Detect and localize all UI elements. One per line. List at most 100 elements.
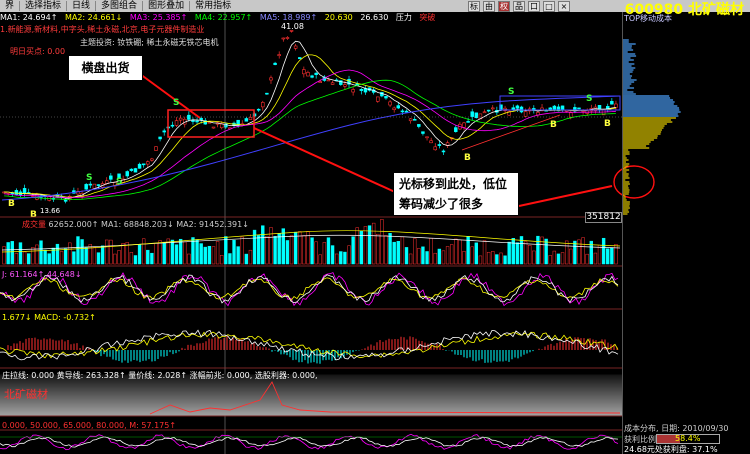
volume-bar: [470, 246, 474, 265]
candle-body: [577, 107, 581, 110]
last-indicator-line-2: [0, 436, 619, 448]
candle-body: [400, 110, 405, 113]
volume-bar: [482, 240, 487, 265]
moving-average-line: [4, 79, 616, 200]
candle-body: [261, 102, 265, 108]
volume-bar: [215, 241, 220, 265]
candle-body: [466, 121, 470, 123]
volume-bar: [63, 248, 68, 265]
volume-bar: [285, 240, 290, 265]
volume-bar: [269, 227, 273, 265]
volume-bar: [359, 230, 364, 265]
candle-body: [396, 105, 401, 109]
volume-bar: [146, 249, 150, 265]
volume-bar: [548, 255, 552, 265]
volume-bar: [129, 252, 134, 265]
volume-bar: [507, 241, 511, 265]
candle-body: [454, 127, 458, 132]
volume-bar: [6, 242, 10, 265]
volume-bar: [577, 239, 581, 265]
volume-bar: [236, 246, 240, 265]
macd-label: 1.677↓ MACD: -0.732↑: [2, 313, 96, 322]
volume-bar: [367, 225, 372, 265]
candle-body: [154, 146, 158, 151]
candle-body: [462, 122, 466, 128]
candle-body: [433, 146, 437, 151]
volume-bar: [55, 243, 60, 265]
last-indicator-label: 0.000, 50.000, 65.000, 80.000, M: 57.175…: [2, 421, 177, 430]
sideways-callout: 横盘出货: [68, 55, 143, 81]
buy-signal: B: [550, 120, 557, 130]
kdj-d-line: [0, 277, 619, 302]
volume-bar: [437, 248, 442, 265]
volume-bar: [162, 241, 166, 265]
volume-bar: [363, 226, 368, 265]
volume-bar: [413, 238, 417, 265]
volume-label: 成交量 62652.000↑ MA1: 68848.203↓ MA2: 9145…: [22, 219, 249, 230]
volume-bar: [158, 240, 162, 265]
volume-bar: [113, 253, 117, 265]
volume-bar: [133, 255, 138, 265]
volume-bar: [141, 238, 146, 265]
candle-body: [109, 175, 113, 180]
volume-bar: [400, 236, 405, 265]
candle-body: [302, 69, 306, 75]
volume-bar: [121, 243, 125, 265]
low-price-label: 13.66: [40, 207, 61, 215]
volume-bar: [540, 236, 544, 265]
volume-bar: [314, 241, 318, 265]
volume-bar: [35, 244, 39, 265]
sell-signal: S: [86, 173, 92, 183]
candle-body: [150, 158, 154, 161]
volume-bar: [335, 253, 339, 265]
volume-bar: [474, 242, 479, 265]
candle-body: [146, 161, 150, 165]
candle-body: [96, 184, 101, 186]
macd-dea-line: [0, 331, 619, 359]
volume-bar: [458, 239, 462, 265]
cost-profit-line: 24.68元处获利盘: 37.1%: [624, 445, 718, 454]
volume-bar: [174, 244, 179, 265]
candle-body: [392, 107, 396, 110]
candle-body: [256, 108, 261, 111]
volume-bar: [240, 236, 244, 265]
volume-bar: [68, 242, 72, 265]
volume-bar: [178, 238, 183, 265]
candle-body: [376, 96, 380, 102]
volume-bar: [47, 253, 51, 265]
candle-body: [277, 54, 281, 57]
stock-name-watermark: 北矿磁材: [4, 388, 48, 401]
volume-bar: [560, 252, 565, 265]
volume-values: 62652.000↑ MA1: 68848.203↓ MA2: 91452.39…: [48, 220, 249, 229]
macd-dif-line: [0, 329, 619, 361]
candle-body: [470, 111, 474, 117]
candle-body: [162, 130, 166, 133]
candle-body: [569, 112, 573, 118]
volume-bar: [43, 249, 47, 265]
candle-body: [314, 72, 318, 75]
volume-bar: [445, 246, 450, 265]
candle-body: [343, 84, 347, 87]
sell-signal: S: [508, 87, 514, 97]
volume-bar: [491, 251, 495, 265]
candle-body: [195, 120, 199, 123]
volume-bar: [593, 252, 598, 265]
volume-bar: [486, 251, 491, 265]
volume-bar: [371, 222, 376, 265]
volume-bar: [244, 253, 249, 265]
volume-bar: [224, 236, 228, 265]
volume-bar: [261, 225, 265, 265]
sell-signal: S: [116, 177, 122, 187]
arrow-3: [518, 185, 613, 207]
volume-bar: [84, 247, 88, 265]
candle-body: [84, 184, 88, 190]
chip-distribution-panel: [622, 12, 750, 454]
candle-body: [129, 168, 134, 171]
volume-bar: [330, 245, 335, 265]
candle-body: [22, 188, 27, 194]
volume-bar: [277, 233, 281, 265]
volume-bar: [281, 228, 285, 265]
volume-bar: [203, 246, 207, 265]
candle-body: [486, 109, 491, 112]
candle-body: [482, 111, 487, 114]
